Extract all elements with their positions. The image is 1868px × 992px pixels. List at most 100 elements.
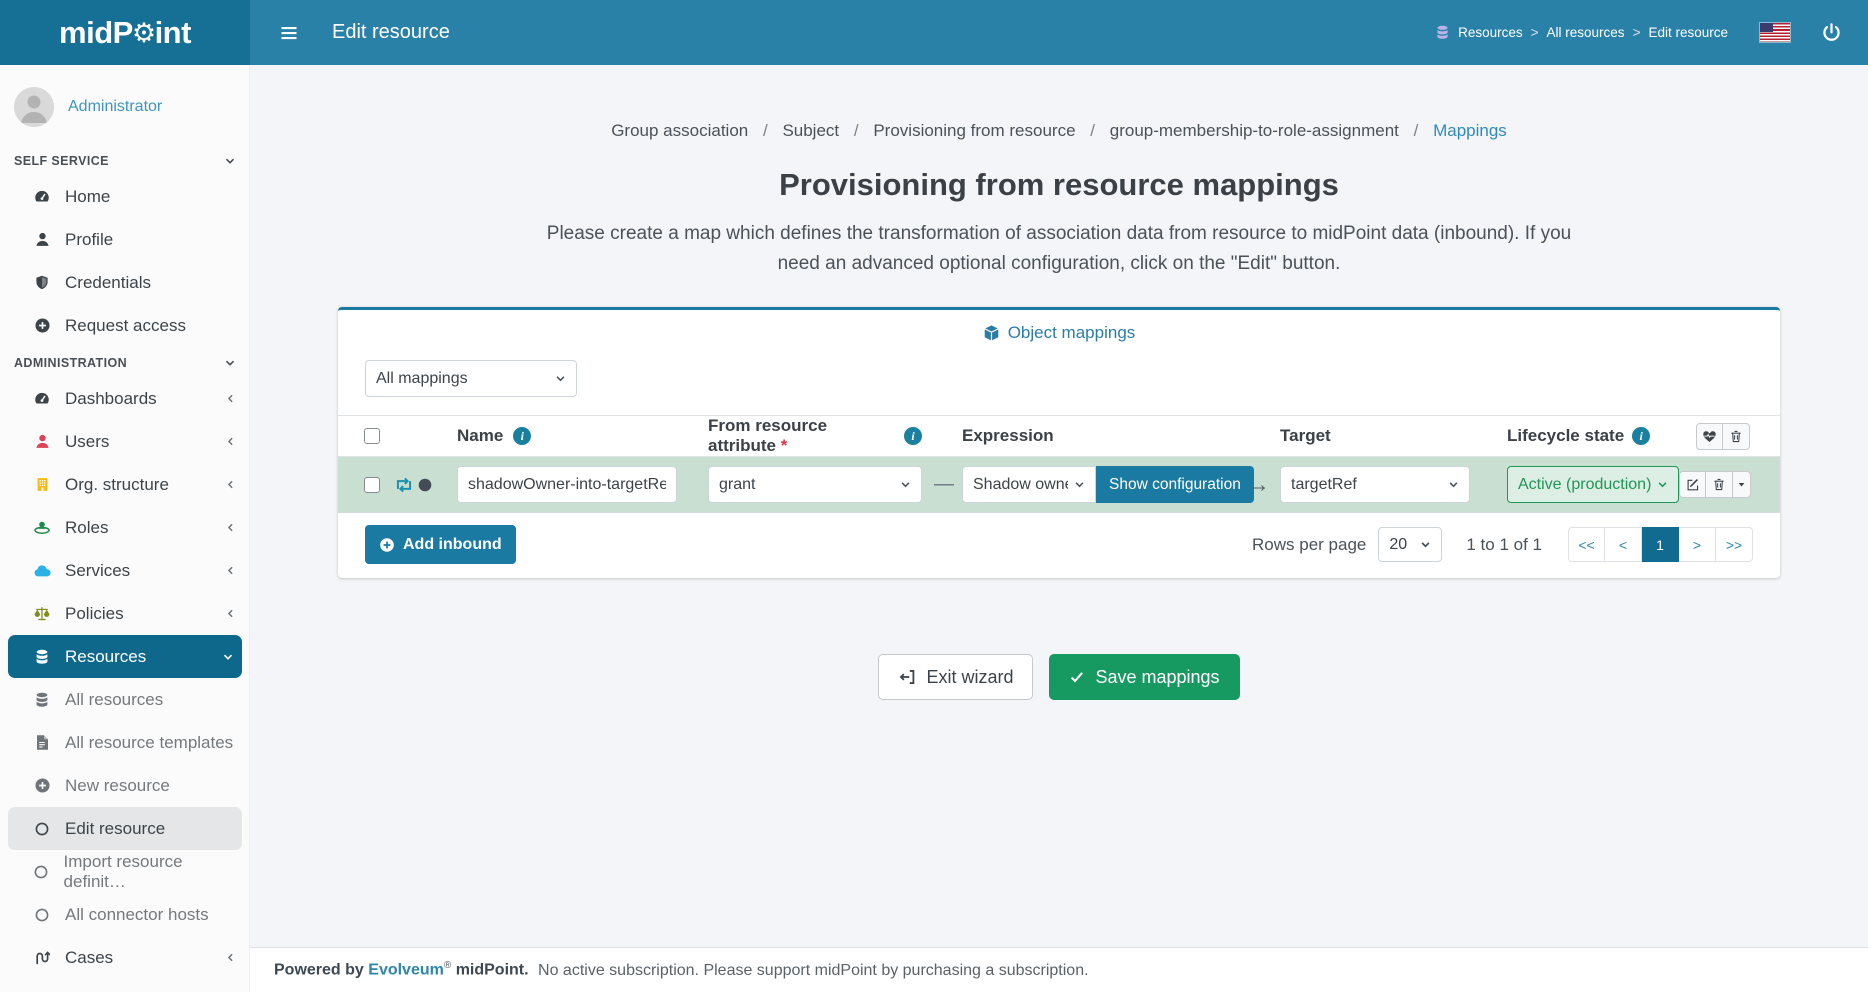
- database-icon: [1435, 25, 1450, 40]
- select-all-checkbox[interactable]: [364, 428, 380, 444]
- breadcrumb: Resources > All resources > Edit resourc…: [1435, 25, 1728, 40]
- table-footer: Add inbound Rows per page 20 1 to 1 of 1…: [338, 513, 1780, 578]
- chevron-down-icon: [1074, 479, 1085, 490]
- previous-page-button[interactable]: <: [1605, 527, 1642, 562]
- footer-brand-suffix: midPoint.: [456, 962, 529, 979]
- wizard-step-subject[interactable]: Subject: [782, 121, 839, 140]
- wizard-step-association[interactable]: group-membership-to-role-assignment: [1110, 121, 1399, 140]
- first-page-button[interactable]: <<: [1568, 527, 1605, 562]
- sidebar-item-policies[interactable]: Policies: [0, 592, 250, 635]
- sidebar-item-users[interactable]: Users: [0, 420, 250, 463]
- chevron-left-icon: [225, 565, 236, 576]
- chevron-left-icon: [225, 436, 236, 447]
- target-select[interactable]: targetRef: [1280, 466, 1470, 503]
- info-icon[interactable]: i: [904, 427, 922, 445]
- section-administration[interactable]: ADMINISTRATION: [0, 347, 250, 377]
- evolveum-link[interactable]: Evolveum: [368, 962, 444, 979]
- sidebar-item-all-resource-templates[interactable]: All resource templates: [0, 721, 250, 764]
- add-inbound-button[interactable]: Add inbound: [365, 525, 516, 564]
- chevron-left-icon: [225, 608, 236, 619]
- next-page-button[interactable]: >: [1679, 527, 1716, 562]
- user-name[interactable]: Administrator: [68, 98, 162, 116]
- circle-icon: [32, 907, 52, 923]
- sidebar-item-label: New resource: [65, 776, 170, 796]
- user-icon: [32, 433, 52, 450]
- sidebar-item-all-resources[interactable]: All resources: [0, 678, 250, 721]
- last-page-button[interactable]: >>: [1716, 527, 1753, 562]
- locale-flag-us[interactable]: [1760, 23, 1790, 42]
- user-icon: [32, 231, 52, 248]
- sidebar-item-edit-resource[interactable]: Edit resource: [8, 807, 242, 850]
- avatar: [14, 87, 54, 127]
- lifecycle-heart-button[interactable]: [1696, 423, 1723, 450]
- mapping-filter-select[interactable]: All mappings: [365, 360, 577, 397]
- breadcrumb-edit-resource[interactable]: Edit resource: [1648, 25, 1728, 40]
- chevron-down-icon: [224, 357, 236, 369]
- sidebar-item-cases[interactable]: Cases: [0, 936, 250, 979]
- expression-select[interactable]: Shadow owner: [962, 466, 1096, 503]
- footer-text: Powered by Evolveum® midPoint. No active…: [274, 960, 1089, 979]
- row-checkbox[interactable]: [364, 477, 380, 493]
- sidebar-item-new-resource[interactable]: New resource: [0, 764, 250, 807]
- target-value: targetRef: [1291, 476, 1442, 494]
- page-1-button[interactable]: 1: [1642, 527, 1679, 562]
- save-mappings-button[interactable]: Save mappings: [1049, 654, 1239, 700]
- sidebar-item-credentials[interactable]: Credentials: [0, 261, 250, 304]
- lifecycle-select[interactable]: Active (production): [1507, 466, 1679, 503]
- hamburger-menu-icon[interactable]: [272, 16, 306, 50]
- sidebar-item-dashboards[interactable]: Dashboards: [0, 377, 250, 420]
- info-icon[interactable]: i: [513, 427, 531, 445]
- circle-icon: [32, 821, 52, 837]
- row-more-actions-button[interactable]: [1733, 471, 1751, 498]
- section-self-service[interactable]: SELF SERVICE: [0, 145, 250, 175]
- sidebar-item-roles[interactable]: Roles: [0, 506, 250, 549]
- sidebar-item-label: Credentials: [65, 273, 151, 293]
- edit-row-button[interactable]: [1679, 471, 1706, 498]
- show-configuration-button[interactable]: Show configuration: [1096, 466, 1254, 503]
- wizard-breadcrumb: Group association / Subject / Provisioni…: [250, 121, 1868, 141]
- pager: << < 1 > >>: [1568, 527, 1753, 562]
- sidebar-item-services[interactable]: Services: [0, 549, 250, 592]
- delete-row-button[interactable]: [1706, 471, 1733, 498]
- edit-pencil-icon: [1686, 478, 1700, 492]
- content: Group association / Subject / Provisioni…: [250, 65, 1868, 947]
- wizard-step-provisioning[interactable]: Provisioning from resource: [873, 121, 1075, 140]
- chevron-down-icon: [555, 373, 566, 384]
- chevron-down-icon: [222, 651, 234, 663]
- delete-selected-button[interactable]: [1723, 423, 1750, 450]
- balance-scale-icon: [32, 605, 52, 622]
- inbound-mapping-icon: [393, 477, 415, 493]
- sidebar-item-resources[interactable]: Resources: [8, 635, 242, 678]
- breadcrumb-all-resources[interactable]: All resources: [1547, 25, 1625, 40]
- exit-wizard-button[interactable]: Exit wizard: [878, 654, 1033, 700]
- wizard-step-group-association[interactable]: Group association: [611, 121, 748, 140]
- sidebar-item-label: Profile: [65, 230, 113, 250]
- sidebar-item-label: All resources: [65, 690, 163, 710]
- cloud-icon: [32, 563, 52, 578]
- logo[interactable]: midP⚙int: [0, 0, 250, 65]
- sidebar-item-label: Edit resource: [65, 819, 165, 839]
- rows-per-page-select[interactable]: 20: [1378, 527, 1442, 562]
- mappings-card: Object mappings All mappings Name i: [338, 307, 1780, 578]
- sidebar-item-profile[interactable]: Profile: [0, 218, 250, 261]
- plus-circle-icon: [32, 317, 52, 334]
- sidebar-item-request-access[interactable]: Request access: [0, 304, 250, 347]
- sidebar-item-import-resource-definition[interactable]: Import resource definit…: [0, 850, 250, 893]
- sidebar-item-all-connector-hosts[interactable]: All connector hosts: [0, 893, 250, 936]
- logout-power-icon[interactable]: [1814, 16, 1848, 50]
- wizard-step-separator: /: [854, 121, 859, 140]
- heart-pulse-icon: [1702, 429, 1717, 444]
- dashboard-gauge-icon: [32, 188, 52, 206]
- mapping-name-input[interactable]: [457, 466, 677, 503]
- column-name: Name: [457, 426, 503, 446]
- wizard-step-mappings[interactable]: Mappings: [1433, 121, 1507, 140]
- breadcrumb-resources[interactable]: Resources: [1458, 25, 1523, 40]
- sidebar-item-org-structure[interactable]: Org. structure: [0, 463, 250, 506]
- tab-object-mappings[interactable]: Object mappings: [338, 310, 1780, 354]
- from-attribute-select[interactable]: grant: [708, 466, 922, 503]
- info-icon[interactable]: i: [1632, 427, 1650, 445]
- wizard-title: Provisioning from resource mappings: [250, 167, 1868, 203]
- dash-separator: —: [934, 473, 950, 496]
- plus-circle-icon: [379, 537, 395, 553]
- sidebar-item-home[interactable]: Home: [0, 175, 250, 218]
